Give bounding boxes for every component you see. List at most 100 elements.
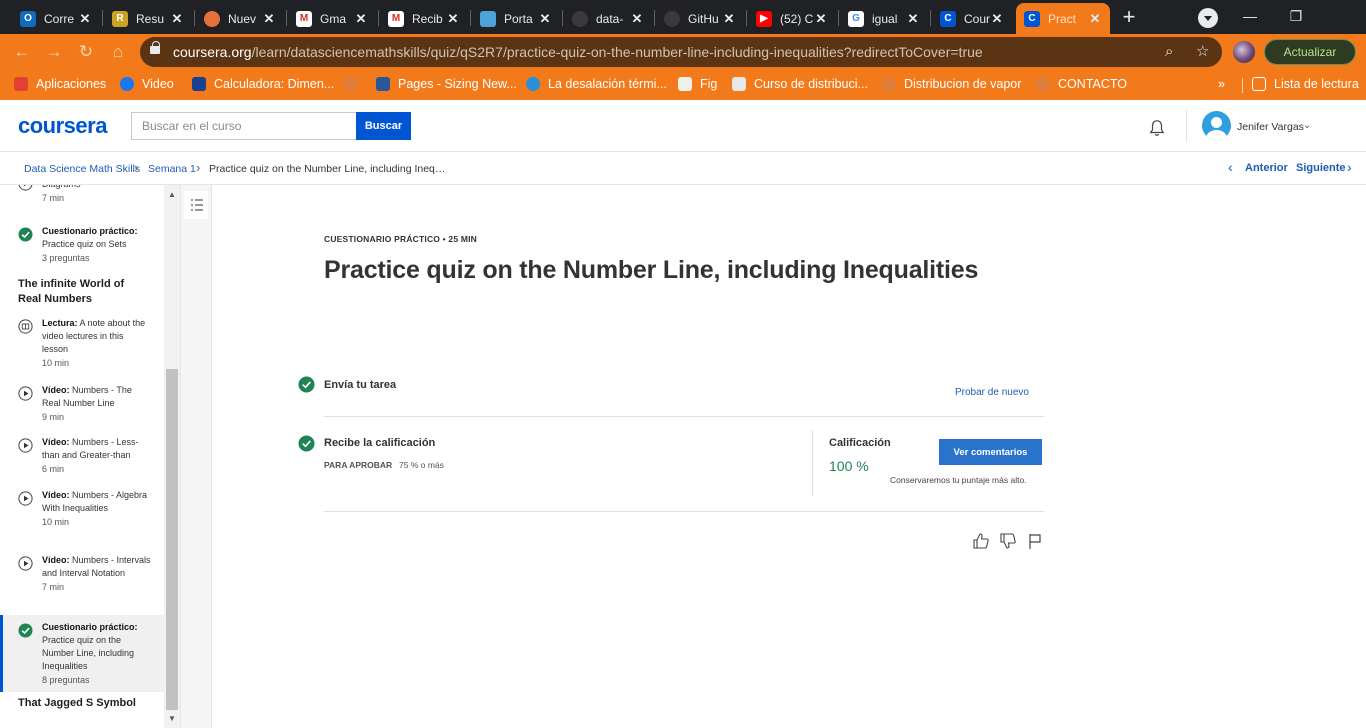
grade-label: Calificación — [829, 437, 891, 449]
user-name[interactable]: Jenifer Vargas — [1237, 121, 1304, 133]
close-tab-icon[interactable]: ✕ — [722, 11, 736, 27]
star-badge-icon — [732, 77, 746, 91]
tab-title: Cour — [964, 11, 990, 26]
browser-tab[interactable]: data- ✕ — [564, 3, 652, 34]
notifications-bell-icon[interactable] — [1148, 119, 1166, 137]
close-tab-icon[interactable]: ✕ — [906, 11, 920, 27]
close-tab-icon[interactable]: ✕ — [354, 11, 368, 27]
browser-tab[interactable]: R Resu ✕ — [104, 3, 192, 34]
sidebar-section-heading[interactable]: The infinite World of Real Numbers — [18, 277, 148, 307]
bookmark-label: Distribucion de vapor — [904, 77, 1022, 91]
bookmark-item[interactable]: Distribucion de vapor — [882, 77, 1021, 91]
search-button[interactable]: Buscar — [356, 112, 411, 140]
address-bar[interactable]: coursera.org/learn/datasciencemathskills… — [140, 37, 1222, 67]
scroll-down-icon[interactable]: ▼ — [164, 711, 180, 727]
bookmark-item[interactable]: La desalación térmi... — [526, 77, 667, 91]
sidebar-scroll-thumb[interactable] — [166, 369, 178, 710]
zoom-search-icon[interactable]: ⌕ — [1165, 43, 1173, 61]
apps-grid-icon — [14, 77, 28, 91]
sidebar-item[interactable]: Diagrams 7 min — [0, 185, 164, 217]
close-tab-icon[interactable]: ✕ — [170, 11, 184, 27]
sidebar-item[interactable]: Vídeo: Numbers - Algebra With Inequaliti… — [0, 487, 164, 545]
close-tab-icon[interactable]: ✕ — [78, 11, 92, 27]
sidebar-item-type: Vídeo: — [42, 490, 70, 500]
home-icon[interactable]: ⌂ — [108, 42, 128, 62]
bookmark-star-icon[interactable]: ☆ — [1196, 43, 1209, 61]
outline-toggle-button[interactable] — [184, 191, 208, 219]
sidebar-item[interactable]: Cuestionario práctico: Practice quiz on … — [0, 615, 164, 692]
new-tab-button[interactable]: + — [1116, 5, 1142, 31]
browser-tab[interactable]: O Corre ✕ — [12, 3, 100, 34]
sidebar-item-meta: 7 min — [42, 193, 65, 203]
bookmark-item[interactable]: CONTACTO — [1036, 77, 1127, 91]
sidebar-item[interactable]: Vídeo: Numbers - The Real Number Line 9 m… — [0, 382, 164, 427]
forward-arrow-icon[interactable]: → — [44, 42, 64, 62]
restore-window-icon[interactable]: ❐ — [1276, 4, 1316, 30]
browser-tab[interactable]: C Cour ✕ — [932, 3, 1012, 34]
gmail-icon: M — [296, 10, 312, 27]
close-tab-icon[interactable]: ✕ — [630, 11, 644, 27]
course-search-input[interactable] — [131, 112, 357, 140]
lock-icon[interactable] — [150, 41, 160, 54]
tab-title: Nuev — [228, 11, 257, 26]
view-feedback-button[interactable]: Ver comentarios — [939, 439, 1042, 465]
tab-search-icon[interactable] — [1198, 8, 1218, 28]
resume-icon: R — [112, 10, 128, 27]
sidebar-item[interactable]: Lectura: A note about the video lectures… — [0, 315, 164, 375]
bookmark-item[interactable]: Pages - Sizing New... — [376, 77, 517, 91]
submit-step-title: Envía tu tarea — [324, 379, 397, 391]
browser-tab[interactable]: Nuev ✕ — [196, 3, 284, 34]
profile-avatar[interactable] — [1233, 41, 1255, 63]
user-avatar[interactable] — [1202, 111, 1231, 140]
coursera-logo[interactable]: coursera — [18, 113, 107, 139]
back-arrow-icon[interactable]: ← — [12, 42, 32, 62]
previous-item-link[interactable]: Anterior — [1245, 162, 1288, 174]
bookmark-item[interactable]: Calculadora: Dimen... — [192, 77, 334, 91]
browser-tab[interactable]: M Recib ✕ — [380, 3, 468, 34]
reload-icon[interactable]: ↻ — [76, 42, 96, 62]
close-tab-icon[interactable]: ✕ — [538, 11, 552, 27]
breadcrumb-course[interactable]: Data Science Math Skills — [24, 163, 140, 175]
browser-tab[interactable]: C Pract ✕ — [1016, 3, 1110, 34]
pass-threshold-value: 75 % o más — [399, 460, 444, 470]
browser-tab[interactable]: Gigual ✕ — [840, 3, 928, 34]
minimize-window-icon[interactable]: — — [1230, 4, 1270, 30]
close-tab-icon[interactable]: ✕ — [990, 11, 1004, 27]
update-browser-button[interactable]: Actualizar — [1264, 39, 1356, 65]
bookmark-item[interactable]: Curso de distribuci... — [732, 77, 868, 91]
bookmarks-overflow-icon[interactable]: » — [1218, 77, 1225, 91]
browser-tab[interactable]: GitHu ✕ — [656, 3, 744, 34]
browser-tab[interactable]: Porta ✕ — [472, 3, 560, 34]
chevron-right-icon[interactable]: › — [1347, 159, 1352, 175]
close-tab-icon[interactable]: ✕ — [262, 11, 276, 27]
close-tab-icon[interactable]: ✕ — [1088, 11, 1102, 27]
bookmark-item[interactable]: Fig — [678, 77, 717, 91]
chevron-down-icon[interactable]: ⌄ — [1303, 120, 1311, 131]
close-tab-icon[interactable]: ✕ — [446, 11, 460, 27]
breadcrumb-week[interactable]: Semana 1 — [148, 163, 196, 175]
address-url[interactable]: coursera.org/learn/datasciencemathskills… — [173, 44, 983, 60]
sidebar-item[interactable]: Vídeo: Numbers - Less-than and Greater-t… — [0, 434, 164, 479]
bookmark-item[interactable]: Video — [120, 77, 174, 91]
sidebar-item[interactable]: Vídeo: Numbers - Intervals and Interval … — [0, 552, 164, 610]
sidebar-item-type: Vídeo: — [42, 437, 70, 447]
browser-tab[interactable]: M Gma ✕ — [288, 3, 376, 34]
sidebar-section-heading[interactable]: That Jagged S Symbol — [18, 696, 148, 711]
thumbs-down-icon[interactable] — [999, 532, 1017, 550]
retry-link[interactable]: Probar de nuevo — [955, 387, 1029, 398]
bookmark-item[interactable]: Aplicaciones — [14, 77, 106, 91]
globe-icon — [882, 77, 896, 91]
scroll-up-icon[interactable]: ▲ — [164, 187, 180, 203]
close-tab-icon[interactable]: ✕ — [814, 11, 828, 27]
chevron-left-icon[interactable]: ‹ — [1228, 159, 1233, 175]
flag-icon[interactable] — [1026, 532, 1044, 550]
breadcrumb-chevron-icon: › — [196, 160, 201, 175]
thumbs-up-icon[interactable] — [972, 532, 990, 550]
next-item-link[interactable]: Siguiente — [1296, 162, 1346, 174]
reading-list-button[interactable]: Lista de lectura — [1252, 77, 1359, 91]
sidebar-item[interactable]: Cuestionario práctico: Practice quiz on … — [0, 223, 164, 273]
tab-title: Pract — [1048, 11, 1077, 26]
browser-tab[interactable]: ▶ (52) C ✕ — [748, 3, 836, 34]
tab-separator — [102, 10, 103, 26]
bookmark-item[interactable] — [344, 77, 366, 91]
